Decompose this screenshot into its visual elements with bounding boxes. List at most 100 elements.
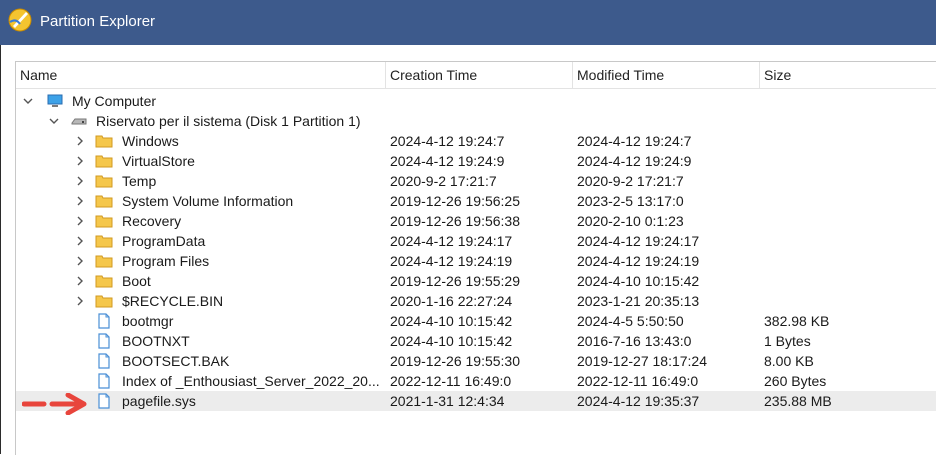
cell-name: pagefile.sys [122,393,196,409]
folder-icon [95,193,113,209]
cell-creation-time: 2024-4-10 10:15:42 [390,333,513,349]
column-header-size[interactable]: Size [760,62,936,88]
arrow-pointer-icon [22,393,87,415]
cell-name: ProgramData [122,233,206,249]
cell-size: 8.00 KB [764,353,814,369]
folder-row[interactable]: Windows 2024-4-12 19:24:7 2024-4-12 19:24:… [16,131,936,151]
file-row[interactable]: Index of _Enthousiast_Server_2022_20... 2… [16,371,936,391]
chevron-right-icon[interactable] [74,191,86,211]
cell-modified-time: 2022-12-11 16:49:0 [577,373,699,389]
column-header-name[interactable]: Name [16,62,386,88]
cell-modified-time: 2024-4-12 19:24:9 [577,153,692,169]
tree-item-my-computer[interactable]: My Computer [16,91,936,111]
chevron-down-icon[interactable] [48,111,60,131]
folder-row[interactable]: Temp 2020-9-2 17:21:7 2020-9-2 17:21:7 [16,171,936,191]
cell-size: 260 Bytes [764,373,827,389]
file-icon [95,373,113,389]
chevron-right-icon[interactable] [74,231,86,251]
folder-row[interactable]: Program Files 2024-4-12 19:24:19 2024-4-12… [16,251,936,271]
cell-creation-time: 2024-4-12 19:24:7 [390,133,505,149]
folder-row[interactable]: VirtualStore 2024-4-12 19:24:9 2024-4-12 1… [16,151,936,171]
folder-row[interactable]: Boot 2019-12-26 19:55:29 2024-4-10 10:15:4… [16,271,936,291]
file-icon [95,393,113,409]
cell-size [764,291,934,311]
folder-row[interactable]: Recovery 2019-12-26 19:56:38 2020-2-10 0:1… [16,211,936,231]
cell-size [764,251,934,271]
column-header: Name Creation Time Modified Time Size [16,62,936,89]
cell-name: Program Files [122,253,210,269]
chevron-right-icon[interactable] [74,151,86,171]
file-row[interactable]: BOOTNXT 2024-4-10 10:15:42 2016-7-16 13:43… [16,331,936,351]
cell-creation-time: 2019-12-26 19:56:25 [390,193,520,209]
folder-icon [95,273,113,289]
file-icon [95,313,113,329]
cell-creation-time: 2020-9-2 17:21:7 [390,173,497,189]
cell-creation-time: 2020-1-16 22:27:24 [390,293,513,309]
chevron-right-icon[interactable] [74,131,86,151]
cell-name: BOOTNXT [122,333,190,349]
computer-icon [47,94,63,107]
cell-modified-time: 2024-4-12 19:24:19 [577,253,700,269]
cell-creation-time: 2019-12-26 19:55:30 [390,353,520,369]
cell-name: $RECYCLE.BIN [122,293,224,309]
file-icon [95,353,113,369]
drive-icon [71,118,87,125]
cell-creation-time: 2021-1-31 12:4:34 [390,393,505,409]
cell-size [764,191,934,211]
folder-row[interactable]: ProgramData 2024-4-12 19:24:17 2024-4-12 1… [16,231,936,251]
title-bar: Partition Explorer [0,0,936,45]
cell-modified-time: 2019-12-27 18:17:24 [577,353,707,369]
cell-modified-time: 2016-7-16 13:43:0 [577,333,692,349]
cell-size: 382.98 KB [764,313,830,329]
cell-creation-time: 2024-4-12 19:24:19 [390,253,513,269]
file-row[interactable]: bootmgr 2024-4-10 10:15:42 2024-4-5 5:50:5… [16,311,936,331]
tree-item-label: Riservato per il sistema (Disk 1 Partiti… [96,113,361,129]
file-icon [95,333,113,349]
folder-icon [95,173,113,189]
cell-creation-time: 2019-12-26 19:55:29 [390,273,520,289]
chevron-right-icon[interactable] [74,251,86,271]
cell-name: Recovery [122,213,182,229]
file-row[interactable]: BOOTSECT.BAK 2019-12-26 19:55:30 2019-12-2… [16,351,936,371]
cell-modified-time: 2020-9-2 17:21:7 [577,173,684,189]
cell-size [764,271,934,291]
folder-icon [95,133,113,149]
app-logo-icon [8,8,32,32]
tree-item-partition[interactable]: Riservato per il sistema (Disk 1 Partiti… [16,111,936,131]
cell-modified-time: 2024-4-12 19:24:7 [577,133,692,149]
cell-creation-time: 2024-4-12 19:24:9 [390,153,505,169]
folder-icon [95,153,113,169]
cell-modified-time: 2024-4-5 5:50:50 [577,313,684,329]
chevron-right-icon[interactable] [74,271,86,291]
folder-row[interactable]: System Volume Information 2019-12-26 19:5… [16,191,936,211]
cell-name: Windows [122,133,179,149]
column-header-modified-time[interactable]: Modified Time [573,62,760,88]
cell-name: System Volume Information [122,193,294,209]
folder-icon [95,213,113,229]
folder-icon [95,293,113,309]
chevron-right-icon[interactable] [74,171,86,191]
tree-item-label: My Computer [72,93,157,109]
file-row[interactable]: pagefile.sys 2021-1-31 12:4:34 2024-4-12 1… [16,391,936,411]
cell-size [764,131,934,151]
cell-modified-time: 2023-2-5 13:17:0 [577,193,684,209]
chevron-right-icon[interactable] [74,291,86,311]
cell-name: Boot [122,273,151,289]
cell-size: 1 Bytes [764,333,811,349]
folder-row[interactable]: $RECYCLE.BIN 2020-1-16 22:27:24 2023-1-21 … [16,291,936,311]
cell-creation-time: 2024-4-10 10:15:42 [390,313,513,329]
chevron-down-icon[interactable] [22,91,34,111]
cell-modified-time: 2024-4-10 10:15:42 [577,273,700,289]
folder-icon [95,233,113,249]
cell-size [764,231,934,251]
cell-modified-time: 2023-1-21 20:35:13 [577,293,700,309]
cell-size [764,171,934,191]
cell-name: bootmgr [122,313,174,329]
column-header-creation-time[interactable]: Creation Time [386,62,573,88]
cell-modified-time: 2020-2-10 0:1:23 [577,213,684,229]
cell-size: 235.88 MB [764,393,832,409]
cell-name: Temp [122,173,157,189]
cell-name: BOOTSECT.BAK [122,353,230,369]
cell-creation-time: 2024-4-12 19:24:17 [390,233,513,249]
chevron-right-icon[interactable] [74,211,86,231]
